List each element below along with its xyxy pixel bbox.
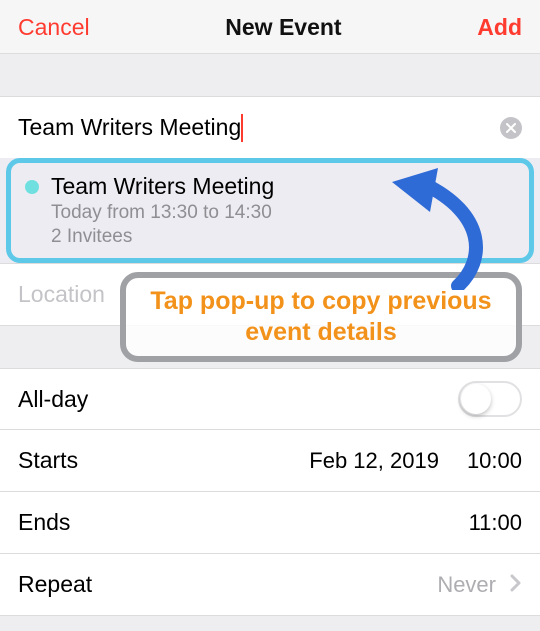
- all-day-row: All-day: [0, 368, 540, 430]
- event-title-input[interactable]: Team Writers Meeting: [18, 114, 241, 141]
- suggestion-row: Team Writers Meeting Today from 13:30 to…: [0, 158, 540, 264]
- starts-date: Feb 12, 2019: [309, 448, 439, 474]
- text-caret: [241, 114, 243, 142]
- toggle-knob: [461, 384, 491, 414]
- page-title: New Event: [225, 14, 341, 41]
- annotation-callout: Tap pop-up to copy previous event detail…: [120, 272, 522, 362]
- calendar-dot-icon: [25, 180, 39, 194]
- nav-header: Cancel New Event Add: [0, 0, 540, 54]
- all-day-toggle[interactable]: [458, 381, 522, 417]
- suggestion-time: Today from 13:30 to 14:30: [51, 202, 515, 224]
- cancel-button[interactable]: Cancel: [18, 14, 90, 41]
- location-input[interactable]: Location: [18, 281, 105, 308]
- starts-time: 10:00: [467, 448, 522, 474]
- repeat-value: Never: [437, 572, 496, 598]
- ends-row[interactable]: Ends 11:00: [0, 492, 540, 554]
- annotation-text: Tap pop-up to copy previous event detail…: [134, 286, 508, 349]
- starts-row[interactable]: Starts Feb 12, 2019 10:00: [0, 430, 540, 492]
- ends-label: Ends: [18, 509, 441, 536]
- repeat-row[interactable]: Repeat Never: [0, 554, 540, 616]
- all-day-label: All-day: [18, 386, 458, 413]
- add-button[interactable]: Add: [477, 14, 522, 41]
- event-title-row[interactable]: Team Writers Meeting: [0, 96, 540, 158]
- suggestion-invitees: 2 Invitees: [51, 226, 515, 248]
- suggestion-title: Team Writers Meeting: [51, 173, 274, 200]
- ends-time: 11:00: [469, 510, 522, 536]
- event-suggestion-card[interactable]: Team Writers Meeting Today from 13:30 to…: [6, 158, 534, 263]
- repeat-label: Repeat: [18, 571, 437, 598]
- chevron-right-icon: [510, 571, 522, 599]
- clear-text-icon[interactable]: [500, 117, 522, 139]
- starts-label: Starts: [18, 447, 309, 474]
